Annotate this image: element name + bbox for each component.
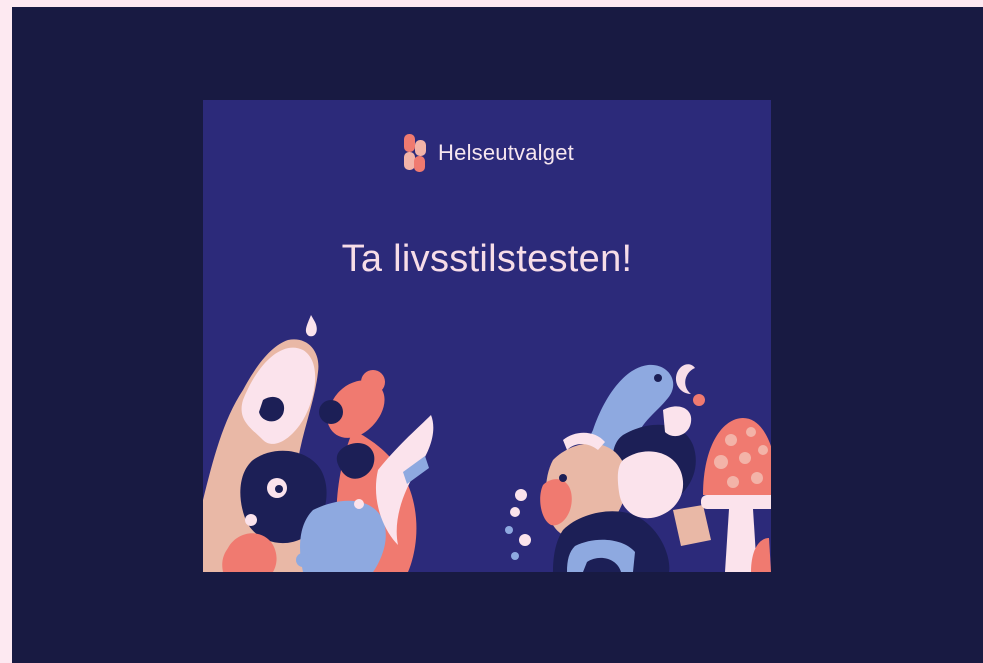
page-background: Helseutvalget Ta livsstilstesten!: [12, 7, 983, 663]
brand-name: Helseutvalget: [438, 140, 574, 165]
helseutvalget-logo-icon: [404, 134, 427, 172]
ad-banner[interactable]: Helseutvalget Ta livsstilstesten!: [203, 100, 771, 572]
brand-lockup: Helseutvalget: [203, 132, 771, 174]
ad-headline: Ta livsstilstesten!: [341, 238, 633, 280]
